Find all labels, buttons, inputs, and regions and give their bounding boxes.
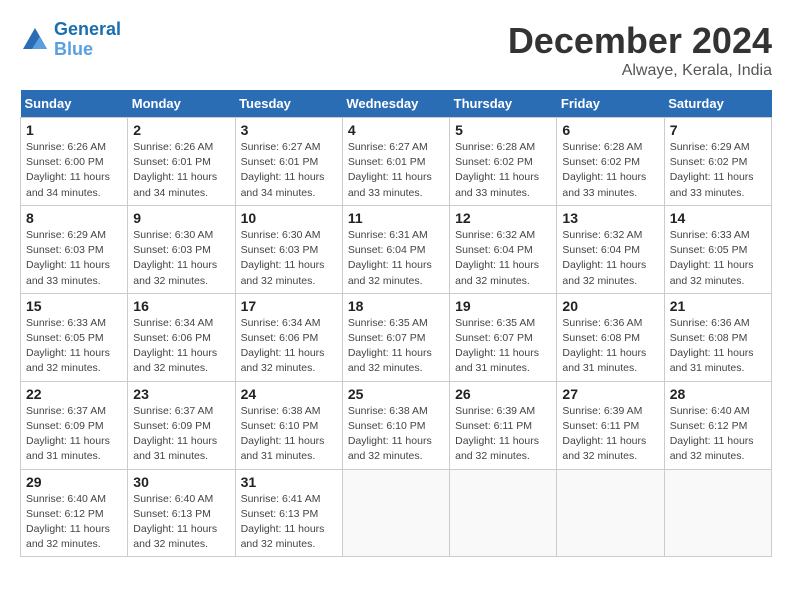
calendar-day-cell: 27Sunrise: 6:39 AMSunset: 6:11 PMDayligh…: [557, 381, 664, 469]
calendar-day-cell: 8Sunrise: 6:29 AMSunset: 6:03 PMDaylight…: [21, 205, 128, 293]
col-monday: Monday: [128, 90, 235, 118]
col-thursday: Thursday: [450, 90, 557, 118]
calendar-week-row: 1Sunrise: 6:26 AMSunset: 6:00 PMDaylight…: [21, 118, 772, 206]
empty-cell: [557, 469, 664, 557]
calendar-day-cell: 7Sunrise: 6:29 AMSunset: 6:02 PMDaylight…: [664, 118, 771, 206]
empty-cell: [342, 469, 449, 557]
calendar-day-cell: 15Sunrise: 6:33 AMSunset: 6:05 PMDayligh…: [21, 293, 128, 381]
calendar-day-cell: 28Sunrise: 6:40 AMSunset: 6:12 PMDayligh…: [664, 381, 771, 469]
empty-cell: [450, 469, 557, 557]
calendar-day-cell: 1Sunrise: 6:26 AMSunset: 6:00 PMDaylight…: [21, 118, 128, 206]
calendar-week-row: 15Sunrise: 6:33 AMSunset: 6:05 PMDayligh…: [21, 293, 772, 381]
calendar-day-cell: 9Sunrise: 6:30 AMSunset: 6:03 PMDaylight…: [128, 205, 235, 293]
calendar-week-row: 22Sunrise: 6:37 AMSunset: 6:09 PMDayligh…: [21, 381, 772, 469]
col-tuesday: Tuesday: [235, 90, 342, 118]
col-saturday: Saturday: [664, 90, 771, 118]
month-title: December 2024: [508, 20, 772, 62]
calendar-day-cell: 30Sunrise: 6:40 AMSunset: 6:13 PMDayligh…: [128, 469, 235, 557]
calendar-day-cell: 6Sunrise: 6:28 AMSunset: 6:02 PMDaylight…: [557, 118, 664, 206]
logo-text: General Blue: [54, 20, 121, 60]
calendar-day-cell: 5Sunrise: 6:28 AMSunset: 6:02 PMDaylight…: [450, 118, 557, 206]
col-friday: Friday: [557, 90, 664, 118]
location: Alwaye, Kerala, India: [508, 62, 772, 80]
calendar-week-row: 29Sunrise: 6:40 AMSunset: 6:12 PMDayligh…: [21, 469, 772, 557]
page-header: General Blue December 2024 Alwaye, Keral…: [20, 20, 772, 80]
col-sunday: Sunday: [21, 90, 128, 118]
calendar-day-cell: 16Sunrise: 6:34 AMSunset: 6:06 PMDayligh…: [128, 293, 235, 381]
calendar-day-cell: 18Sunrise: 6:35 AMSunset: 6:07 PMDayligh…: [342, 293, 449, 381]
calendar-week-row: 8Sunrise: 6:29 AMSunset: 6:03 PMDaylight…: [21, 205, 772, 293]
calendar-day-cell: 26Sunrise: 6:39 AMSunset: 6:11 PMDayligh…: [450, 381, 557, 469]
calendar-day-cell: 25Sunrise: 6:38 AMSunset: 6:10 PMDayligh…: [342, 381, 449, 469]
logo-icon: [20, 25, 50, 55]
calendar-day-cell: 20Sunrise: 6:36 AMSunset: 6:08 PMDayligh…: [557, 293, 664, 381]
calendar-day-cell: 19Sunrise: 6:35 AMSunset: 6:07 PMDayligh…: [450, 293, 557, 381]
calendar-day-cell: 12Sunrise: 6:32 AMSunset: 6:04 PMDayligh…: [450, 205, 557, 293]
calendar-day-cell: 14Sunrise: 6:33 AMSunset: 6:05 PMDayligh…: [664, 205, 771, 293]
calendar-day-cell: 11Sunrise: 6:31 AMSunset: 6:04 PMDayligh…: [342, 205, 449, 293]
calendar-day-cell: 31Sunrise: 6:41 AMSunset: 6:13 PMDayligh…: [235, 469, 342, 557]
calendar-day-cell: 2Sunrise: 6:26 AMSunset: 6:01 PMDaylight…: [128, 118, 235, 206]
logo: General Blue: [20, 20, 121, 60]
title-block: December 2024 Alwaye, Kerala, India: [508, 20, 772, 80]
calendar-day-cell: 29Sunrise: 6:40 AMSunset: 6:12 PMDayligh…: [21, 469, 128, 557]
calendar-header-row: Sunday Monday Tuesday Wednesday Thursday…: [21, 90, 772, 118]
empty-cell: [664, 469, 771, 557]
calendar-day-cell: 13Sunrise: 6:32 AMSunset: 6:04 PMDayligh…: [557, 205, 664, 293]
calendar-day-cell: 3Sunrise: 6:27 AMSunset: 6:01 PMDaylight…: [235, 118, 342, 206]
calendar-table: Sunday Monday Tuesday Wednesday Thursday…: [20, 90, 772, 557]
calendar-day-cell: 22Sunrise: 6:37 AMSunset: 6:09 PMDayligh…: [21, 381, 128, 469]
calendar-day-cell: 21Sunrise: 6:36 AMSunset: 6:08 PMDayligh…: [664, 293, 771, 381]
calendar-day-cell: 10Sunrise: 6:30 AMSunset: 6:03 PMDayligh…: [235, 205, 342, 293]
calendar-day-cell: 17Sunrise: 6:34 AMSunset: 6:06 PMDayligh…: [235, 293, 342, 381]
calendar-day-cell: 23Sunrise: 6:37 AMSunset: 6:09 PMDayligh…: [128, 381, 235, 469]
col-wednesday: Wednesday: [342, 90, 449, 118]
calendar-day-cell: 4Sunrise: 6:27 AMSunset: 6:01 PMDaylight…: [342, 118, 449, 206]
calendar-day-cell: 24Sunrise: 6:38 AMSunset: 6:10 PMDayligh…: [235, 381, 342, 469]
